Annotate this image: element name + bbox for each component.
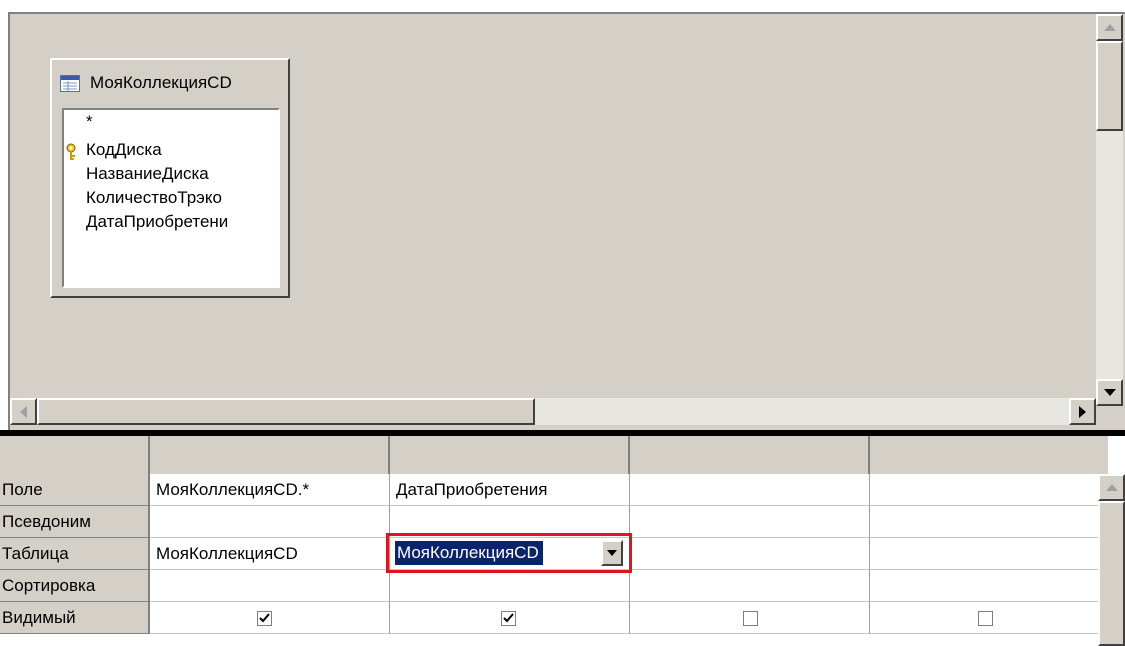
cell-alias-4[interactable]: [870, 506, 1108, 538]
scrollbar-corner: [1096, 406, 1123, 430]
field-item-code[interactable]: КодДиска: [86, 138, 162, 162]
cell-sort-2[interactable]: [390, 570, 630, 602]
cell-sort-4[interactable]: [870, 570, 1108, 602]
row-label-visible: Видимый: [0, 602, 150, 634]
column-selector-row: [0, 436, 1108, 474]
table-combo-dropdown-button[interactable]: [601, 540, 623, 566]
field-item-tracks[interactable]: КоличествоТрэко: [86, 186, 222, 210]
field-list-window[interactable]: МояКоллекцияCD * КодДиска НазваниеДиска …: [50, 58, 290, 298]
pane-shadow-left: [8, 12, 10, 430]
arrow-up-icon: [1105, 484, 1118, 491]
grid-vertical-scrollbar[interactable]: [1098, 474, 1125, 646]
cell-alias-3[interactable]: [630, 506, 870, 538]
scroll-right-button[interactable]: [1069, 398, 1096, 425]
column-selector-3[interactable]: [630, 436, 870, 474]
pane-shadow-top: [8, 12, 1125, 14]
field-item-date[interactable]: ДатаПриобретени: [86, 210, 228, 234]
row-label-field: Поле: [0, 474, 150, 506]
row-label-sort: Сортировка: [0, 570, 150, 602]
cell-sort-1[interactable]: [150, 570, 390, 602]
cell-field-1[interactable]: МояКоллекцияCD.*: [150, 474, 390, 506]
checkbox-unchecked-icon[interactable]: [743, 611, 758, 626]
checkbox-checked-icon[interactable]: [257, 611, 272, 626]
vertical-scroll-thumb[interactable]: [1096, 41, 1123, 131]
arrow-down-icon: [1103, 389, 1116, 396]
cell-table-3[interactable]: [630, 538, 870, 570]
cell-alias-1[interactable]: [150, 506, 390, 538]
field-item-name[interactable]: НазваниеДиска: [86, 162, 209, 186]
grid-scroll-thumb[interactable]: [1098, 501, 1125, 646]
cell-field-3[interactable]: [630, 474, 870, 506]
field-list-title-bar[interactable]: МояКоллекцияCD: [60, 70, 286, 96]
checkbox-checked-icon[interactable]: [501, 611, 516, 626]
chevron-down-icon: [607, 550, 617, 556]
horizontal-scrollbar[interactable]: [10, 398, 1096, 425]
cell-visible-2[interactable]: [390, 602, 630, 634]
grid-scroll-up-button[interactable]: [1098, 474, 1125, 501]
scroll-up-button[interactable]: [1096, 14, 1123, 41]
cell-table-1[interactable]: МояКоллекцияCD: [150, 538, 390, 570]
scroll-left-button[interactable]: [10, 398, 37, 425]
pane-border-top: [0, 0, 1125, 12]
pane-border-left: [0, 0, 8, 430]
arrow-right-icon: [1079, 405, 1086, 418]
cell-visible-4[interactable]: [870, 602, 1108, 634]
cell-visible-3[interactable]: [630, 602, 870, 634]
cell-field-2[interactable]: ДатаПриобретения: [390, 474, 630, 506]
row-label-alias: Псевдоним: [0, 506, 150, 538]
field-list[interactable]: * КодДиска НазваниеДиска КоличествоТрэко…: [62, 108, 280, 288]
arrow-left-icon: [20, 405, 27, 418]
table-combo-value[interactable]: МояКоллекцияCD: [395, 541, 543, 565]
scroll-down-button[interactable]: [1096, 379, 1123, 406]
checkbox-unchecked-icon[interactable]: [978, 611, 993, 626]
arrow-up-icon: [1103, 24, 1116, 31]
cell-field-4[interactable]: [870, 474, 1108, 506]
field-item-all[interactable]: *: [86, 110, 93, 134]
table-icon: [60, 74, 80, 92]
grid-corner: [0, 436, 150, 474]
column-selector-2[interactable]: [390, 436, 630, 474]
field-list-title: МояКоллекцияCD: [90, 73, 232, 92]
cell-table-4[interactable]: [870, 538, 1108, 570]
key-icon: [66, 143, 76, 160]
column-selector-1[interactable]: [150, 436, 390, 474]
column-selector-4[interactable]: [870, 436, 1108, 474]
cell-visible-1[interactable]: [150, 602, 390, 634]
row-label-table: Таблица: [0, 538, 150, 570]
table-pane: МояКоллекцияCD * КодДиска НазваниеДиска …: [0, 0, 1125, 430]
cell-sort-3[interactable]: [630, 570, 870, 602]
horizontal-scroll-thumb[interactable]: [37, 398, 535, 425]
vertical-scrollbar[interactable]: [1096, 14, 1123, 406]
